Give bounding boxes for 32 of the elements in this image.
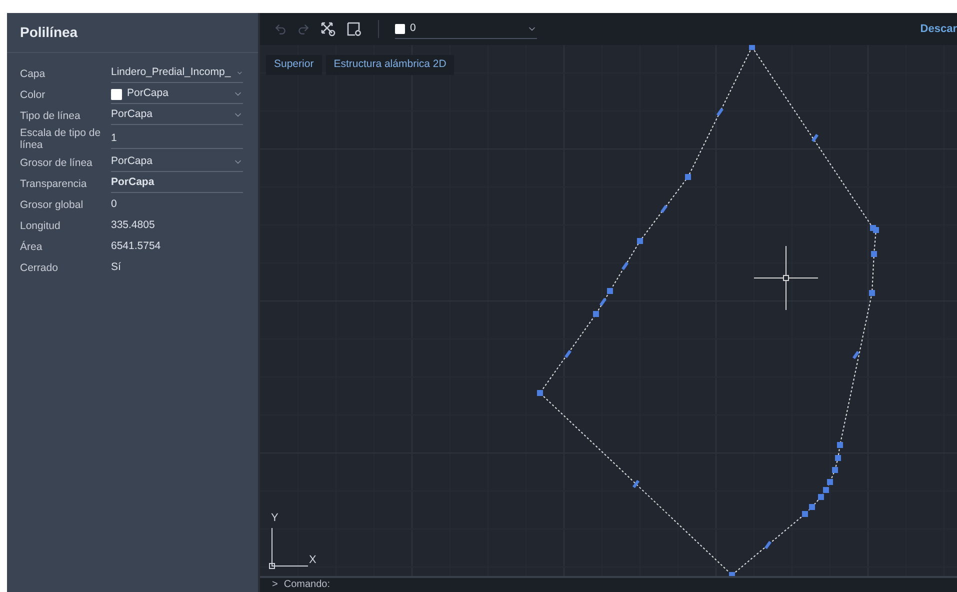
panel-title: Polilínea <box>20 23 78 42</box>
view-button[interactable]: Estructura alámbrica 2D <box>326 55 454 75</box>
property-dropdown[interactable]: PorCapa <box>111 106 243 125</box>
property-value: 0 <box>111 196 117 212</box>
property-label: Transparencia <box>20 178 88 190</box>
property-dropdown[interactable]: PorCapa <box>111 153 243 172</box>
property-field[interactable]: PorCapa <box>111 174 243 193</box>
property-label: Grosor global <box>20 198 84 210</box>
property-label: Capa <box>20 68 46 80</box>
view-button[interactable]: Superior <box>266 55 322 75</box>
ucs-axes-icon <box>268 526 310 570</box>
property-value: 6541.5754 <box>111 238 161 254</box>
property-field[interactable]: 1 <box>111 130 243 148</box>
x-axis-label: X <box>309 552 316 568</box>
property-label: Tipo de línea <box>20 110 82 122</box>
property-dropdown[interactable]: PorCapa <box>111 85 243 104</box>
download-button[interactable]: Descar <box>920 20 957 38</box>
layer-dropdown[interactable]: 0 <box>395 19 537 39</box>
zoom-window-icon[interactable] <box>346 21 362 37</box>
property-label: Escala de tipo de línea <box>20 127 102 151</box>
property-label: Longitud <box>20 220 62 232</box>
command-label: Comando: <box>284 579 330 591</box>
zoom-extents-icon[interactable] <box>320 21 336 37</box>
property-label: Área <box>20 240 44 252</box>
command-prompt: > <box>272 579 278 591</box>
property-label: Grosor de línea <box>20 156 94 168</box>
property-label: Cerrado <box>20 262 59 274</box>
y-axis-label: Y <box>271 511 278 526</box>
property-value: Sí <box>111 260 121 275</box>
property-value: 335.4805 <box>111 218 155 233</box>
property-label: Color <box>20 88 46 100</box>
property-dropdown[interactable]: Lindero_Predial_Incomp_ <box>111 64 243 83</box>
